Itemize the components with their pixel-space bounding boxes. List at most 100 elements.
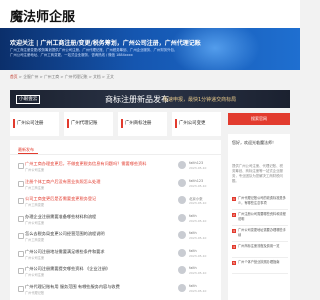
- article-icon: [18, 285, 24, 292]
- author-name: faith: [189, 266, 197, 270]
- sidebar-hot-list: 1 广州代理记账公司的收费标准是多少，有哪些注意事项 2 广州注册公司需要哪些资料和…: [232, 194, 288, 274]
- article-category: 广州代理记账: [25, 290, 45, 295]
- article-category: 广州工商注册: [25, 185, 45, 190]
- tile-accent-bar: [13, 119, 15, 128]
- article-icon: [18, 198, 24, 204]
- service-tile[interactable]: 广州公司变更: [172, 112, 221, 136]
- avatar: [178, 161, 186, 169]
- sidebar-hot-title: 广州公司变更地址需要办理哪些手续: [238, 228, 286, 237]
- article-icon: [18, 250, 24, 257]
- author-name: faith123: [189, 178, 204, 183]
- author-name: faith: [189, 231, 197, 235]
- hero-section: 欢迎关注 | 广州工商注册/变更/税务筹划，广州公司注册，广州代理记账 广州工商…: [0, 28, 300, 70]
- list-item[interactable]: 公司工商变更后是否需要变更税务登记 广州工商变更 北京小张 2023-05-10: [10, 193, 221, 210]
- author-name: faith: [189, 283, 197, 288]
- hero-title: 欢迎关注 | 广州工商注册/变更/税务筹划，广州公司注册，广州代理记账: [10, 40, 201, 47]
- avatar: [178, 283, 186, 292]
- list-item[interactable]: 广州代理记账有用 服务范围 有哪些服务内容与收费 广州代理记账 faith 2023-…: [10, 281, 221, 298]
- author-name: faith: [189, 248, 197, 253]
- article-icon: [18, 233, 24, 239]
- sidebar-hot-item[interactable]: 5 广州个体户营业执照办理指南: [232, 258, 288, 274]
- avatar: [178, 248, 186, 257]
- breadcrumb: 首页 > 企服广州 > 广州工商 > 广州代理记账 > 文档 > 正文: [10, 74, 114, 80]
- service-tile[interactable]: 广州公司注册: [10, 112, 59, 136]
- post-date: 2023-05-10: [189, 166, 207, 170]
- tile-label: 广州代理记账: [71, 121, 98, 126]
- list-item[interactable]: 办理企业注册需要准备哪些材料和流程 广州公司注册 faith 2023-05-10: [10, 211, 221, 228]
- tile-label: 广州商标注册: [125, 121, 152, 126]
- sidebar-hot-item[interactable]: 2 广州注册公司需要哪些资料和流程说明: [232, 210, 288, 226]
- rank-badge: 3: [232, 229, 236, 233]
- sidebar-greeting: 您好，欢迎光临魔法师！: [232, 140, 276, 145]
- list-item[interactable]: 广州公司注册需要提交哪些资料 《企业注册》 广州公司注册 faith 2023-05-…: [10, 263, 221, 280]
- tile-label: 广州公司变更: [179, 121, 206, 126]
- avatar: [178, 213, 186, 222]
- post-date: 2023-05-10: [189, 183, 207, 188]
- post-date: 2023-05-10: [189, 218, 207, 223]
- avatar: [178, 266, 186, 274]
- rank-badge: 5: [232, 261, 236, 265]
- author-name: faith: [189, 213, 197, 218]
- post-date: 2023-05-10: [189, 271, 207, 275]
- tile-accent-bar: [121, 119, 123, 128]
- rank-badge: 1: [232, 197, 236, 201]
- article-category: 广州公司注册: [25, 273, 45, 277]
- site-header: 魔法师企服: [0, 0, 300, 28]
- article-category: 广州公司注册: [25, 255, 45, 260]
- article-title[interactable]: 公司工商变更后是否需要变更税务登记: [25, 196, 175, 202]
- article-title[interactable]: 广州工商办理变更后，不做变更税务信息有问题吗？需要哪些资料: [25, 161, 175, 167]
- sidebar-hot-title: 广州代理记账公司的收费标准是多少，有哪些注意事项: [238, 196, 286, 205]
- avatar: [178, 196, 186, 204]
- banner-subline: 极速申报，最快1分钟递交商标局: [163, 97, 237, 103]
- breadcrumb-path: > 企服广州 > 广州工商 > 广州代理记账 > 文档 > 正文: [17, 74, 114, 79]
- post-date: 2023-05-10: [189, 288, 207, 293]
- service-tiles: 广州公司注册 广州代理记账 广州商标注册 广州公司变更: [10, 112, 221, 136]
- list-item[interactable]: 广州工商办理变更后，不做变更税务信息有问题吗？需要哪些资料 广州公司注册 faith…: [10, 158, 221, 175]
- avatar: [178, 231, 186, 239]
- site-logo[interactable]: 魔法师企服: [10, 6, 75, 25]
- article-title[interactable]: 广州公司注册需要提交哪些资料 《企业注册》: [25, 266, 175, 272]
- post-date: 2023-05-10: [189, 253, 207, 258]
- service-tile[interactable]: 广州代理记账: [64, 112, 113, 136]
- avatar: [178, 178, 186, 187]
- list-item[interactable]: 注册个体工商户后没有营业执照怎么处理 广州工商注册 faith123 2023-05-…: [10, 176, 221, 193]
- tile-accent-bar: [67, 119, 69, 128]
- article-category: 广州工商变更: [25, 238, 45, 242]
- hero-glow: [170, 28, 260, 70]
- search-site-button[interactable]: 搜索官网: [228, 113, 290, 125]
- ad-banner[interactable]: 小眼壹云 商标注册新品发布 极速申报，最快1分钟递交商标局: [10, 90, 290, 108]
- sidebar-hot-title: 广州注册公司需要哪些资料和流程说明: [238, 212, 286, 221]
- tile-label: 广州公司注册: [17, 121, 44, 126]
- tile-accent-bar: [175, 119, 177, 128]
- sidebar-hot-title: 广州商标注册流程及费用一览: [238, 244, 280, 248]
- article-category: 广州工商变更: [25, 203, 45, 207]
- sidebar-hot-item[interactable]: 4 广州商标注册流程及费用一览: [232, 242, 288, 258]
- service-tile[interactable]: 广州商标注册: [118, 112, 167, 136]
- list-item[interactable]: 广州公司注册地址需要满足哪些条件和要求 广州公司注册 faith 2023-05-10: [10, 246, 221, 263]
- article-title[interactable]: 注册个体工商户后没有营业执照怎么处理: [25, 179, 175, 185]
- sidebar-hot-title: 广州个体户营业执照办理指南: [238, 260, 280, 264]
- article-title[interactable]: 广州公司注册地址需要满足哪些条件和要求: [25, 249, 175, 255]
- article-icon: [18, 215, 24, 222]
- article-category: 广州公司注册: [25, 220, 45, 225]
- rank-badge: 4: [232, 245, 236, 249]
- hero-description: 广州工商注册变更/税务筹划提供广州公司注册、广州代理记账、广州税务筹划、广州企业…: [10, 48, 178, 57]
- article-category: 广州公司注册: [25, 168, 45, 172]
- post-date: 2023-05-10: [189, 236, 207, 240]
- article-icon: [18, 163, 24, 169]
- sidebar-hot-item[interactable]: 3 广州公司变更地址需要办理哪些手续: [232, 226, 288, 242]
- sidebar-hot-item[interactable]: 1 广州代理记账公司的收费标准是多少，有哪些注意事项: [232, 194, 288, 210]
- post-date: 2023-05-10: [189, 201, 207, 205]
- article-list: 最新发布 广州工商办理变更后，不做变更税务信息有问题吗？需要哪些资料 广州公司注册…: [10, 140, 221, 300]
- article-icon: [18, 268, 24, 274]
- list-item[interactable]: 怎么去税务局变更公司经营范围的流程说明 广州工商变更 faith 2023-05-10: [10, 228, 221, 245]
- breadcrumb-home-link[interactable]: 首页: [10, 74, 18, 79]
- author-name: faith123: [189, 161, 204, 165]
- banner-headline: 商标注册新品发布: [105, 95, 169, 104]
- article-title[interactable]: 广州代理记账有用 服务范围 有哪些服务内容与收费: [25, 284, 175, 290]
- sidebar-intro: 提供广州公司注册、代理记账、税务筹划、商标注册等一站式企业服务，专业团队为您解决…: [232, 164, 283, 183]
- article-title[interactable]: 怎么去税务局变更公司经营范围的流程说明: [25, 231, 175, 237]
- sidebar-panel: 您好，欢迎光临魔法师！ 提供广州公司注册、代理记账、税务筹划、商标注册等一站式企…: [228, 134, 290, 300]
- list-divider: [10, 154, 221, 155]
- article-title[interactable]: 办理企业注册需要准备哪些材料和流程: [25, 214, 175, 220]
